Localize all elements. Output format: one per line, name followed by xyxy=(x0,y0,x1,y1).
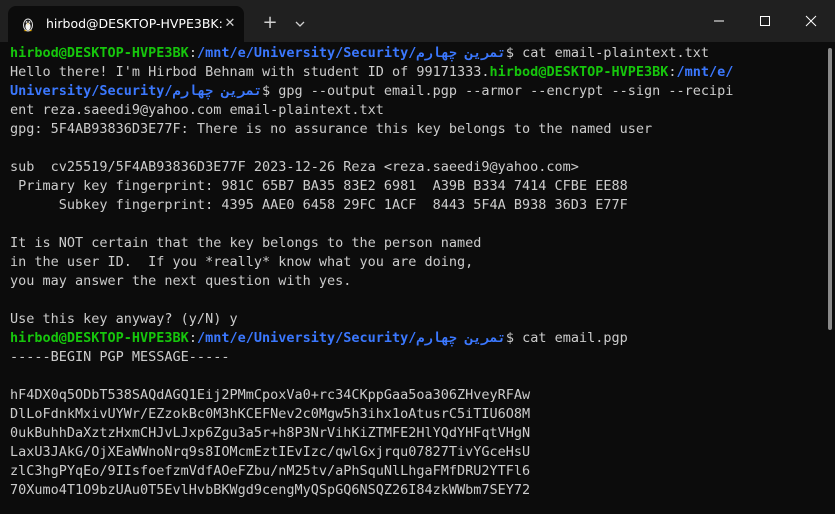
terminal-line: DlLoFdnkMxivUYWr/EZzokBc0M3hKCEFNev2c0Mg… xyxy=(10,405,530,424)
terminal-output[interactable]: hirbod@DESKTOP-HVPE3BK:/mnt/e/University… xyxy=(0,42,825,514)
terminal-line: 0ukBuhhDaXztzHxmCHJvLJxp6Zgu3a5r+h8P3NrV… xyxy=(10,424,530,443)
terminal-text-segment: ent reza.saeedi9@yahoo.com email-plainte… xyxy=(10,102,384,118)
terminal-text-segment: 70Xumo4T1O9bzUAu0T5EvlHvbBKWgd9cengMyQSp… xyxy=(10,482,531,498)
terminal-text-segment: $ cat email-plaintext.txt xyxy=(505,45,710,61)
maximize-icon[interactable] xyxy=(742,0,788,42)
terminal-text-segment: sub cv25519/5F4AB93836D3E77F 2023-12-26 … xyxy=(10,159,579,175)
terminal-text-segment: DlLoFdnkMxivUYWr/EZzokBc0M3hKCEFNev2c0Mg… xyxy=(10,406,531,422)
terminal-text-segment: hF4DX0q5ODbT538SAQdAGQ1Eij2PMmCpoxVa0+rc… xyxy=(10,387,531,403)
scrollbar-thumb[interactable] xyxy=(828,48,832,330)
terminal-text-segment: : xyxy=(188,330,197,346)
terminal-line: Use this key anyway? (y/N) y xyxy=(10,310,238,329)
terminal-text-segment: : xyxy=(668,64,677,80)
new-tab-button[interactable]: + xyxy=(258,12,282,36)
terminal-window: hirbod@DESKTOP-HVPE3BK: ✕ + hirbod@DESKT… xyxy=(0,0,835,514)
scrollbar[interactable] xyxy=(826,42,835,514)
terminal-line: sub cv25519/5F4AB93836D3E77F 2023-12-26 … xyxy=(10,158,579,177)
terminal-text-segment: /mnt/e/University/Security/تمرین چهارم xyxy=(196,45,506,61)
terminal-text-segment: $ cat email.pgp xyxy=(505,330,628,346)
terminal-line: It is NOT certain that the key belongs t… xyxy=(10,234,481,253)
title-bar: hirbod@DESKTOP-HVPE3BK: ✕ + xyxy=(0,0,835,42)
terminal-text-segment: Primary key fingerprint: 981C 65B7 BA35 … xyxy=(10,178,628,194)
terminal-text-segment: Subkey fingerprint: 4395 AAE0 6458 29FC … xyxy=(10,197,628,213)
terminal-line: ent reza.saeedi9@yahoo.com email-plainte… xyxy=(10,101,384,120)
terminal-line: you may answer the next question with ye… xyxy=(10,272,351,291)
terminal-text-segment: : xyxy=(188,45,197,61)
terminal-text-segment: hirbod@DESKTOP-HVPE3BK xyxy=(489,64,669,80)
terminal-text-segment: 0ukBuhhDaXztzHxmCHJvLJxp6Zgu3a5r+h8P3NrV… xyxy=(10,425,531,441)
tab-close-icon[interactable]: ✕ xyxy=(220,14,240,34)
terminal-text-segment: LaxU3JAkG/OjXEaWWnoNrq9s8IOMcmEztIEvIzc/… xyxy=(10,444,531,460)
terminal-line: hirbod@DESKTOP-HVPE3BK:/mnt/e/University… xyxy=(10,329,628,348)
terminal-text-segment: in the user ID. If you *really* know wha… xyxy=(10,254,474,270)
linux-penguin-icon xyxy=(23,18,33,32)
terminal-line: hF4DX0q5ODbT538SAQdAGQ1Eij2PMmCpoxVa0+rc… xyxy=(10,386,530,405)
chevron-down-icon[interactable] xyxy=(290,12,310,36)
terminal-text-segment: /mnt/e/University/Security/تمرین چهارم xyxy=(196,330,506,346)
terminal-line: Hello there! I'm Hirbod Behnam with stud… xyxy=(10,63,733,82)
terminal-line: 70Xumo4T1O9bzUAu0T5EvlHvbBKWgd9cengMyQSp… xyxy=(10,481,530,500)
terminal-line: hirbod@DESKTOP-HVPE3BK:/mnt/e/University… xyxy=(10,44,709,63)
terminal-text-segment: Use this key anyway? (y/N) y xyxy=(10,311,238,327)
terminal-text-segment: It is NOT certain that the key belongs t… xyxy=(10,235,482,251)
terminal-text-segment: gpg: 5F4AB93836D3E77F: There is no assur… xyxy=(10,121,653,137)
close-window-icon[interactable] xyxy=(788,0,834,42)
terminal-line: -----BEGIN PGP MESSAGE----- xyxy=(10,348,229,367)
terminal-text-segment: University/Security/تمرین چهارم xyxy=(10,83,262,99)
terminal-line: gpg: 5F4AB93836D3E77F: There is no assur… xyxy=(10,120,652,139)
terminal-line: LaxU3JAkG/OjXEaWWnoNrq9s8IOMcmEztIEvIzc/… xyxy=(10,443,530,462)
terminal-text-segment: you may answer the next question with ye… xyxy=(10,273,352,289)
terminal-text-segment: hirbod@DESKTOP-HVPE3BK xyxy=(10,330,189,346)
tab-title: hirbod@DESKTOP-HVPE3BK: xyxy=(46,16,223,31)
terminal-line: University/Security/تمرین چهارم$ gpg --o… xyxy=(10,82,733,101)
terminal-text-segment: hirbod@DESKTOP-HVPE3BK xyxy=(10,45,189,61)
terminal-line: zlC3hgPYqEo/9IIsfoefzmVdfAOeFZbu/nM25tv/… xyxy=(10,462,530,481)
terminal-text-segment: Hello there! I'm Hirbod Behnam with stud… xyxy=(10,64,490,80)
terminal-text-segment: zlC3hgPYqEo/9IIsfoefzmVdfAOeFZbu/nM25tv/… xyxy=(10,463,531,479)
terminal-line: Primary key fingerprint: 981C 65B7 BA35 … xyxy=(10,177,628,196)
terminal-text-segment: $ gpg --output email.pgp --armor --encry… xyxy=(261,83,734,99)
terminal-line: Subkey fingerprint: 4395 AAE0 6458 29FC … xyxy=(10,196,628,215)
tab-active[interactable]: hirbod@DESKTOP-HVPE3BK: ✕ xyxy=(8,6,244,42)
minimize-icon[interactable] xyxy=(696,0,742,42)
terminal-text-segment: /mnt/e/ xyxy=(676,64,734,80)
terminal-line: in the user ID. If you *really* know wha… xyxy=(10,253,473,272)
terminal-text-segment: -----BEGIN PGP MESSAGE----- xyxy=(10,349,230,365)
